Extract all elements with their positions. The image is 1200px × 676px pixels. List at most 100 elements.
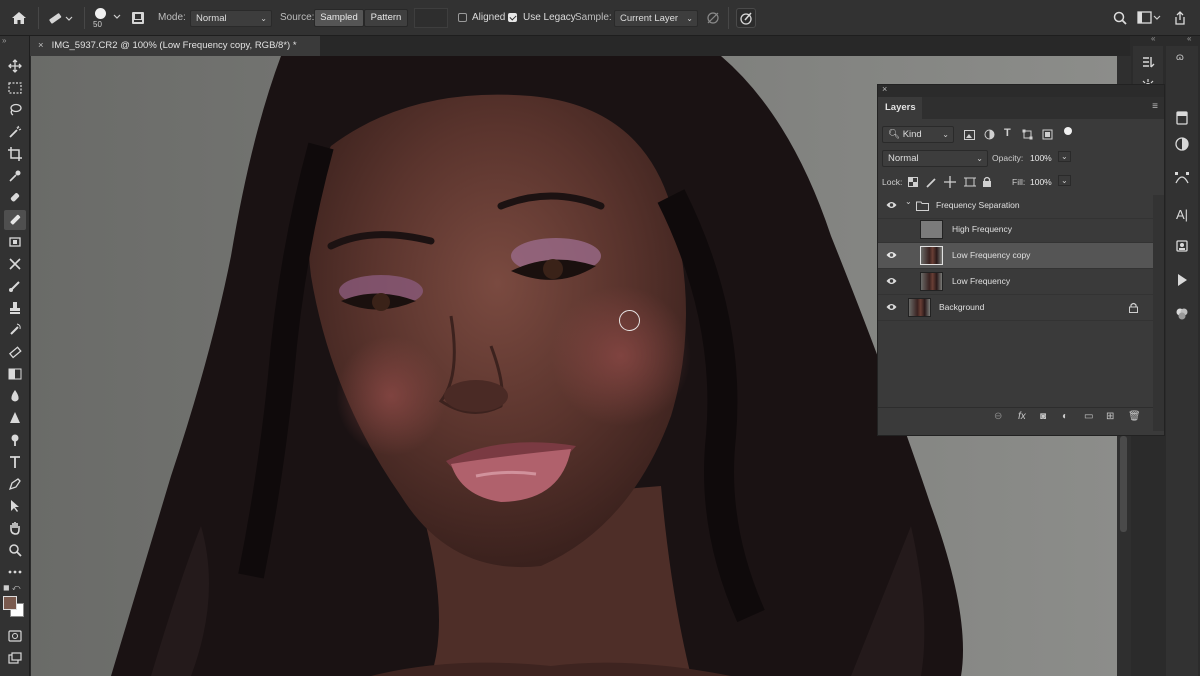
scrollbar-thumb[interactable]	[1120, 436, 1127, 532]
foreground-color-swatch[interactable]	[3, 596, 17, 610]
search-icon[interactable]	[1112, 10, 1128, 26]
marquee-tool-icon[interactable]	[4, 78, 26, 98]
brush-size-picker[interactable]: 50	[92, 6, 110, 32]
brush-tool-icon[interactable]	[4, 276, 26, 296]
source-sampled-button[interactable]: Sampled	[314, 9, 364, 27]
adjustments-icon[interactable]	[1171, 134, 1193, 154]
opacity-chevron-icon[interactable]: ⌄	[1058, 151, 1071, 162]
glyphs-icon[interactable]	[1171, 236, 1193, 256]
default-colors-icon[interactable]: ◼ ⤺	[3, 583, 20, 593]
filter-toggle-icon[interactable]	[1064, 127, 1072, 135]
pressure-size-icon[interactable]	[736, 8, 756, 28]
filter-adjustment-icon[interactable]	[984, 129, 995, 140]
panel-menu-icon[interactable]: ≡	[1152, 101, 1158, 112]
history-brush-icon[interactable]	[4, 320, 26, 340]
pattern-picker[interactable]	[414, 8, 448, 28]
blend-mode-dropdown[interactable]: Normal ⌄	[882, 150, 988, 167]
filter-kind-dropdown[interactable]: 🔍︎ Kind ⌄	[882, 126, 954, 143]
sample-dropdown[interactable]: Current Layer ⌄	[614, 10, 698, 27]
filter-pixel-icon[interactable]	[964, 130, 975, 140]
fill-value[interactable]: 100%	[1030, 177, 1052, 187]
layer-row-high-frequency[interactable]: High Frequency	[878, 217, 1153, 243]
chevron-down-icon[interactable]	[112, 11, 122, 23]
quick-mask-icon[interactable]	[4, 626, 26, 646]
aligned-checkbox[interactable]	[458, 13, 467, 22]
magic-wand-icon[interactable]	[4, 122, 26, 142]
tool-preset-picker[interactable]	[46, 9, 74, 27]
layers-scrollbar[interactable]	[1153, 195, 1164, 431]
patch-tool-icon[interactable]	[4, 232, 26, 252]
source-pattern-button[interactable]: Pattern	[364, 9, 408, 27]
collapse-toolbar-icon[interactable]: »	[2, 36, 6, 45]
filter-smart-object-icon[interactable]	[1042, 129, 1053, 140]
visibility-eye-icon[interactable]	[886, 277, 897, 285]
new-group-icon[interactable]: ▭	[1084, 411, 1093, 422]
layers-panel-icon[interactable]	[1171, 108, 1193, 128]
fill-chevron-icon[interactable]: ⌄	[1058, 175, 1071, 186]
zoom-hand-placeholder-icon[interactable]	[4, 430, 26, 450]
history-panel-icon[interactable]	[1137, 52, 1159, 72]
eyedropper-icon[interactable]	[4, 166, 26, 186]
eraser-icon[interactable]	[4, 342, 26, 362]
fx-icon[interactable]: fx	[1018, 411, 1026, 422]
new-layer-icon[interactable]: ⊞	[1106, 411, 1114, 422]
healing-brush-icon[interactable]	[4, 210, 26, 230]
spot-healing-icon[interactable]	[4, 188, 26, 208]
link-layers-icon[interactable]: ⊖	[994, 411, 1002, 422]
adjustment-layer-icon[interactable]: ◐	[1062, 411, 1068, 422]
visibility-eye-icon[interactable]	[886, 251, 897, 259]
layer-row-background[interactable]: Background	[878, 295, 1153, 321]
clone-source-panel-icon[interactable]	[130, 10, 146, 26]
zoom-tool-icon[interactable]	[4, 540, 26, 560]
filter-shape-icon[interactable]	[1022, 129, 1033, 140]
share-icon[interactable]	[1170, 10, 1190, 26]
collapse-dock-icon[interactable]: «	[1151, 34, 1155, 43]
use-legacy-checkbox[interactable]	[508, 13, 517, 22]
lock-pixels-icon[interactable]	[926, 177, 937, 188]
character-panel-icon[interactable]: A|	[1171, 204, 1193, 224]
actions-play-icon[interactable]	[1171, 270, 1193, 290]
close-icon[interactable]: ×	[38, 40, 44, 51]
delete-layer-icon[interactable]: 🗑︎	[1128, 411, 1141, 422]
brushes-panel-icon[interactable]: ɷ	[1176, 52, 1184, 63]
workspace-switcher-icon[interactable]	[1136, 10, 1162, 26]
document-tab[interactable]: × IMG_5937.CR2 @ 100% (Low Frequency copy…	[30, 36, 320, 56]
layer-row-frequency-separation[interactable]: ⌄ Frequency Separation	[878, 193, 1153, 219]
path-selection-icon[interactable]	[4, 496, 26, 516]
ignore-adjustment-layers-icon[interactable]	[704, 10, 722, 26]
chevron-down-icon[interactable]: ⌄	[905, 197, 912, 206]
visibility-hidden-box[interactable]	[886, 225, 897, 234]
lock-artboard-icon[interactable]	[964, 176, 976, 188]
tab-layers[interactable]: Layers	[878, 97, 922, 119]
type-tool-icon[interactable]	[4, 452, 26, 472]
close-icon[interactable]: ×	[882, 84, 887, 94]
lock-icon[interactable]	[1129, 302, 1138, 313]
lock-all-icon[interactable]	[982, 176, 992, 188]
visibility-eye-icon[interactable]	[886, 303, 897, 311]
home-icon[interactable]	[8, 9, 30, 27]
channels-icon[interactable]	[1171, 304, 1193, 324]
filter-type-icon[interactable]: T	[1004, 127, 1011, 139]
mode-dropdown[interactable]: Normal ⌄	[190, 10, 272, 27]
blur-icon[interactable]	[4, 386, 26, 406]
pen-tool-icon[interactable]	[4, 474, 26, 494]
lock-transparency-icon[interactable]	[908, 177, 918, 187]
layer-row-low-frequency[interactable]: Low Frequency	[878, 269, 1153, 295]
content-aware-move-icon[interactable]	[4, 254, 26, 274]
crop-tool-icon[interactable]	[4, 144, 26, 164]
add-mask-icon[interactable]: ◙	[1040, 411, 1046, 422]
paths-icon[interactable]	[1171, 168, 1193, 188]
visibility-eye-icon[interactable]	[886, 201, 897, 209]
gradient-icon[interactable]	[4, 364, 26, 384]
layer-row-low-frequency-copy[interactable]: Low Frequency copy	[878, 243, 1153, 269]
opacity-value[interactable]: 100%	[1030, 153, 1052, 163]
move-tool-icon[interactable]	[4, 56, 26, 76]
lock-position-icon[interactable]	[944, 176, 956, 188]
more-tools-icon[interactable]	[4, 562, 26, 582]
lasso-tool-icon[interactable]	[4, 100, 26, 120]
hand-tool-icon[interactable]	[4, 518, 26, 538]
dodge-icon[interactable]	[4, 408, 26, 428]
screen-mode-icon[interactable]	[4, 648, 26, 668]
collapse-dock-icon-2[interactable]: «	[1187, 34, 1191, 43]
clone-stamp-icon[interactable]	[4, 298, 26, 318]
